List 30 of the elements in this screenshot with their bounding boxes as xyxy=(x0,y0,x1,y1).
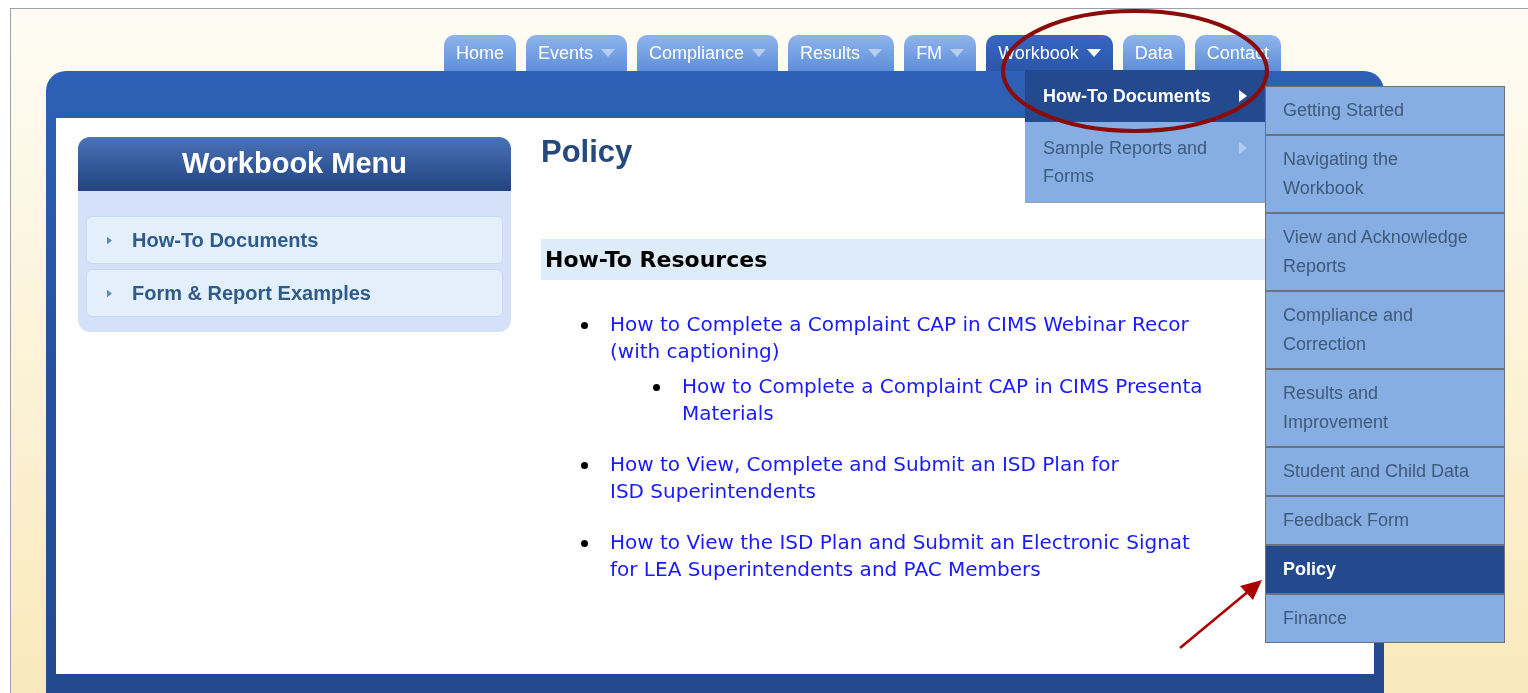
menu-item[interactable]: Student and Child Data xyxy=(1266,448,1504,497)
triangle-icon xyxy=(107,288,112,298)
menu-item[interactable]: Results and Improvement xyxy=(1266,370,1504,448)
sidebar-title: Workbook Menu xyxy=(78,137,511,191)
menu-item[interactable]: Policy xyxy=(1266,546,1504,595)
menu-item[interactable]: Navigating the Workbook xyxy=(1266,136,1504,214)
bullet-icon xyxy=(581,540,588,547)
document-link[interactable]: How to View the ISD Plan and Submit an Electronic Signat for LEA Superintendents and PAC Members xyxy=(610,529,1190,583)
bullet-icon xyxy=(581,322,588,329)
nav-tab[interactable]: Compliance xyxy=(637,35,779,71)
nav-tab[interactable]: FM xyxy=(904,35,977,71)
triangle-icon xyxy=(107,235,112,245)
menu-item[interactable]: Getting Started xyxy=(1266,87,1504,136)
document-link[interactable]: How to Complete a Complaint CAP in CIMS Presenta Materials xyxy=(682,373,1203,427)
page-title: Policy xyxy=(541,134,633,170)
document-link[interactable]: How to Complete a Complaint CAP in CIMS Webinar Recor (with captioning) xyxy=(610,311,1189,365)
nav-tab[interactable]: Home xyxy=(444,35,516,71)
document-link[interactable]: How to View, Complete and Submit an ISD Plan for ISD Superintendents xyxy=(610,451,1119,505)
menu-item[interactable]: How-To Documents xyxy=(1025,70,1265,122)
menu-item[interactable]: Finance xyxy=(1266,595,1504,642)
bullet-icon xyxy=(581,462,588,469)
sidebar-item[interactable]: How-To Documents xyxy=(86,216,503,264)
bullet-icon xyxy=(653,384,660,391)
menu-item[interactable]: Compliance and Correction xyxy=(1266,292,1504,370)
menu-item[interactable]: View and Acknowledge Reports xyxy=(1266,214,1504,292)
nav-tab[interactable]: Events xyxy=(526,35,628,71)
nav-tab[interactable]: Data xyxy=(1122,35,1185,71)
sidebar-item[interactable]: Form & Report Examples xyxy=(86,269,503,317)
nav-tab[interactable]: Results xyxy=(788,35,895,71)
menu-item[interactable]: Sample Reports and Forms xyxy=(1025,122,1265,202)
